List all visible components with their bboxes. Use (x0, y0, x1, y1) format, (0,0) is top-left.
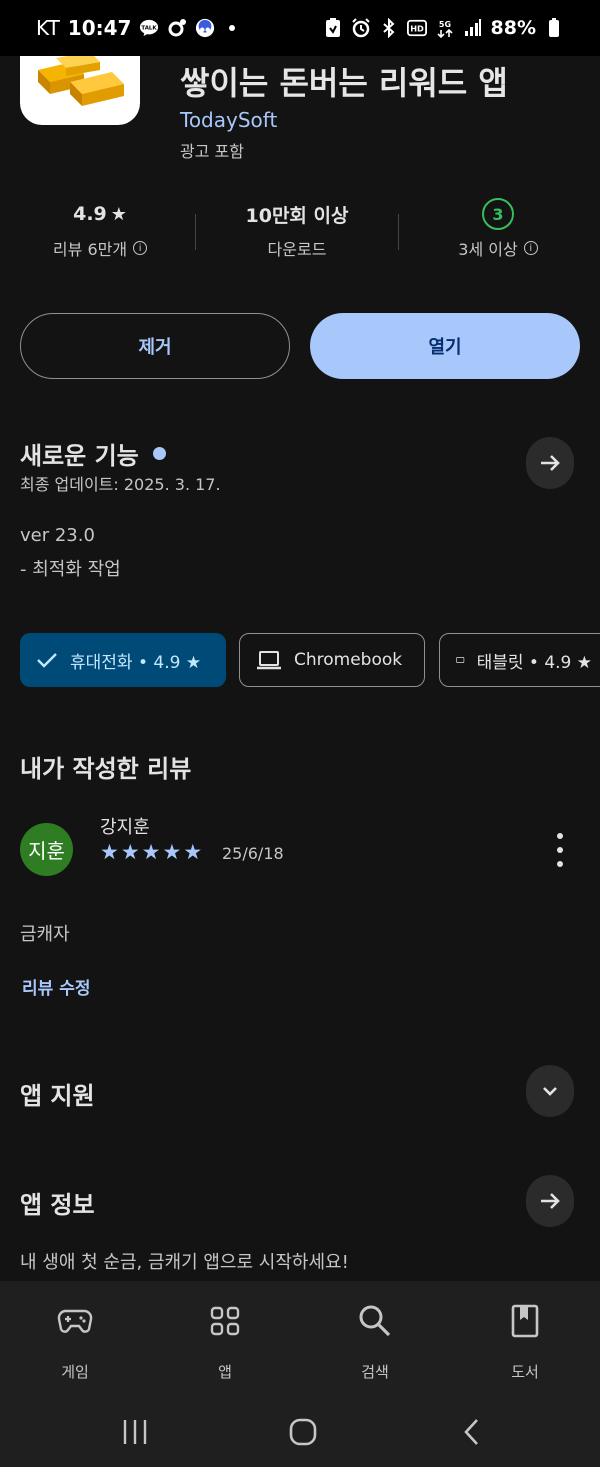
star-icon: ★ (141, 840, 161, 864)
nav-games-label: 게임 (61, 1363, 89, 1381)
rating-value: 4.9 (73, 203, 107, 225)
more-notifications-dot (229, 25, 236, 31)
check-icon (37, 653, 57, 668)
review-date: 25/6/18 (222, 844, 284, 863)
chevron-down-icon (543, 1087, 557, 1096)
back-icon (464, 1419, 478, 1445)
review-count: 리뷰 6만개 (52, 240, 128, 259)
star-icon: ★ (110, 203, 127, 225)
app-support-expand-button[interactable] (526, 1065, 574, 1117)
app-info-arrow-button[interactable] (526, 1175, 574, 1227)
battery-percent: 88% (490, 17, 536, 39)
stat-divider (195, 214, 196, 250)
nav-search-label: 검색 (361, 1363, 389, 1381)
info-icon: i (133, 241, 148, 255)
chip-tablet[interactable]: 태블릿 • 4.9 ★ (439, 633, 600, 687)
alarm-icon (351, 18, 371, 38)
arrow-right-icon (541, 1193, 560, 1209)
age-rating-label: 3세 이상 (458, 240, 518, 259)
bluetooth-icon (379, 18, 399, 38)
app-icon (20, 56, 140, 125)
chip-phone[interactable]: 휴대전화 • 4.9 ★ (20, 633, 226, 687)
developer-link[interactable]: TodaySoft (180, 108, 277, 132)
new-indicator-dot (152, 447, 166, 460)
edit-review-link[interactable]: 리뷰 수정 (22, 974, 90, 999)
system-navigation-bar (0, 1398, 600, 1467)
downloads-label: 다운로드 (267, 240, 327, 259)
clock: 10:47 (67, 16, 132, 40)
star-icon: ★ (100, 840, 119, 864)
uninstall-button[interactable]: 제거 (20, 313, 290, 379)
gamepad-icon (55, 1301, 95, 1341)
home-icon (289, 1418, 317, 1446)
whats-new-title: 새로운 기능 (20, 442, 139, 470)
downloads-value: 10만회 이상 (245, 204, 349, 227)
nav-books[interactable]: 도서 (450, 1281, 600, 1398)
chip-chromebook-label: Chromebook (294, 650, 403, 670)
info-icon: i (523, 241, 538, 255)
chip-tablet-label: 태블릿 • 4.9 ★ (476, 652, 592, 673)
arrow-right-icon (541, 455, 560, 471)
app-info-title[interactable]: 앱 정보 (20, 1185, 95, 1220)
book-icon (505, 1301, 545, 1341)
open-button[interactable]: 열기 (310, 313, 580, 379)
version-text: ver 23.0 (20, 525, 95, 546)
svg-text:5G: 5G (438, 20, 450, 29)
rating-stat[interactable]: 4.9 ★ 리뷰 6만개 i (0, 196, 200, 260)
last-updated: 최종 업데이트: 2025. 3. 17. (20, 475, 221, 494)
signal-icon (463, 18, 483, 38)
notification-app-icon (167, 18, 187, 38)
status-bar: KT 10:47 TALK HD 5G 88% (0, 0, 600, 56)
avatar: 지훈 (20, 823, 73, 876)
more-options-icon[interactable] (550, 833, 570, 867)
app-description: 내 생애 첫 순금, 금캐기 앱으로 시작하세요! (20, 1252, 349, 1273)
nav-search[interactable]: 검색 (300, 1281, 450, 1398)
gold-bars-icon (38, 56, 124, 106)
laptop-icon (257, 651, 281, 670)
kakaotalk-icon: TALK (139, 18, 159, 38)
downloads-stat: 10만회 이상 다운로드 (197, 196, 397, 260)
tablet-icon (456, 657, 465, 663)
app-support-title[interactable]: 앱 지원 (20, 1076, 95, 1111)
device-chips: 휴대전화 • 4.9 ★ Chromebook 태블릿 • 4.9 ★ (20, 633, 600, 687)
nav-games[interactable]: 게임 (0, 1281, 150, 1398)
recent-apps-button[interactable] (105, 1412, 165, 1452)
nav-apps[interactable]: 앱 (150, 1281, 300, 1398)
nav-apps-label: 앱 (218, 1363, 232, 1381)
changelog-text: - 최적화 작업 (20, 559, 121, 580)
home-button[interactable] (273, 1412, 333, 1452)
app-title: 쌓이는 돈버는 리워드 앱 (180, 64, 508, 102)
chip-chromebook[interactable]: Chromebook (239, 633, 425, 687)
content-rating-stat[interactable]: 3 3세 이상 i (398, 196, 598, 260)
back-button[interactable] (442, 1412, 502, 1452)
chip-phone-label: 휴대전화 • 4.9 ★ (70, 652, 202, 673)
reviewer-name: 강지훈 (100, 817, 150, 838)
my-review-title: 내가 작성한 리뷰 (20, 755, 192, 783)
app-header: 쌓이는 돈버는 리워드 앱 TodaySoft 광고 포함 (0, 56, 600, 186)
apps-grid-icon (205, 1301, 245, 1341)
review-stars: ★ ★ ★ ★ ★ (100, 840, 202, 864)
whats-new-header[interactable]: 새로운 기능 (20, 436, 166, 471)
whats-new-arrow-button[interactable] (526, 437, 574, 489)
talk-badge-text: TALK (142, 25, 158, 31)
age-rating-badge: 3 (482, 198, 514, 230)
svg-text:HD: HD (410, 24, 424, 34)
star-icon: ★ (183, 840, 203, 864)
battery-icon (544, 18, 564, 38)
star-icon: ★ (120, 840, 140, 864)
recorder-icon (323, 18, 343, 38)
stats-row: 4.9 ★ 리뷰 6만개 i 10만회 이상 다운로드 3 3세 이상 i (0, 196, 600, 276)
carrier: KT (36, 16, 60, 40)
bottom-navigation: 게임 앱 검색 도서 (0, 1281, 600, 1398)
nav-books-label: 도서 (511, 1363, 539, 1381)
5g-icon: 5G (435, 18, 455, 38)
contains-ads-label: 광고 포함 (180, 142, 244, 161)
star-icon: ★ (162, 840, 182, 864)
hd-voice-icon: HD (406, 18, 427, 38)
review-text: 금캐자 (20, 924, 70, 945)
game-app-icon (195, 18, 215, 38)
recent-apps-icon (123, 1420, 147, 1444)
search-icon (355, 1301, 395, 1341)
